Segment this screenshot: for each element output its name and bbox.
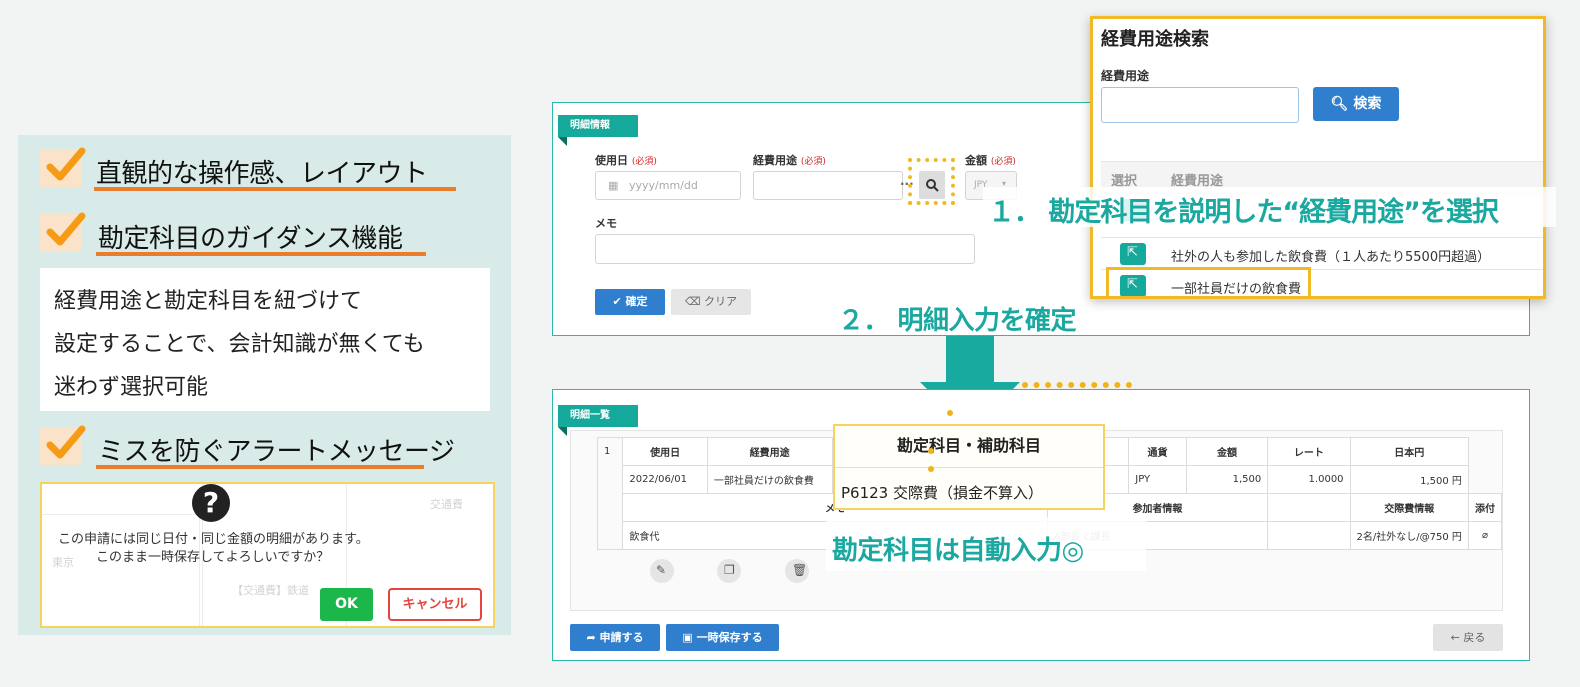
feature-underline: [94, 187, 456, 191]
column-header: 日本円: [1349, 437, 1469, 466]
column-header: 添付: [1467, 493, 1503, 522]
feature-label: 直観的な操作感、レイアウト: [96, 159, 428, 189]
cell-amount: 1,500: [1185, 465, 1269, 494]
search-icon: [926, 179, 939, 192]
connector-dot: [928, 448, 934, 454]
purpose-search-input[interactable]: [1101, 87, 1299, 123]
connector-dot: [947, 410, 953, 416]
section-ribbon: 明細情報: [558, 115, 638, 146]
column-header: [1267, 493, 1351, 522]
section-ribbon: 明細一覧: [558, 405, 638, 436]
alert-message: このまま一時保存してよろしいですか？: [96, 550, 330, 565]
confirm-button[interactable]: ✔ 確定: [595, 289, 665, 315]
step-2-text: ２． 明細入力を確定: [838, 306, 1077, 336]
column-header: 経費用途: [706, 437, 833, 466]
column-header: 交際費情報: [1349, 493, 1469, 522]
purpose-search-popup: 経費用途検索 経費用途 🔍︎ 検索 選択 経費用途 ⇱ 社外の人も参加した飲食費…: [1090, 16, 1546, 299]
purpose-label: 経費用途 (必須): [753, 154, 826, 167]
background-text: 東京: [52, 556, 74, 569]
check-icon: [40, 425, 86, 465]
cell-jpy: 1,500 円: [1349, 465, 1469, 494]
cell-currency: JPY: [1128, 465, 1187, 494]
edit-icon: ✎: [656, 563, 667, 577]
cancel-button[interactable]: キャンセル: [388, 588, 482, 621]
temp-save-button[interactable]: ▣ 一時保存する: [666, 624, 779, 651]
column-header: 使用日: [622, 437, 708, 466]
feature-label: ミスを防ぐアラートメッセージ: [98, 437, 455, 467]
purpose-option: 社外の人も参加した飲食費（１人あたり5500円超過）: [1171, 250, 1491, 265]
arrow-left-icon: ←: [1450, 631, 1460, 644]
account-popup-value: P6123 交際費（損金不算入）: [841, 484, 1043, 502]
column-header: 金額: [1185, 437, 1269, 466]
share-icon: ➦: [586, 631, 596, 644]
alert-dialog: 東京 【交通費】鉄道 交通費 ? この申請には同じ日付・同じ金額の明細があります…: [40, 482, 495, 628]
back-button[interactable]: ← 戻る: [1433, 624, 1503, 651]
highlight-frame: [1106, 267, 1311, 296]
account-popup: 勘定科目・補助科目 P6123 交際費（損金不算入）: [833, 424, 1105, 510]
question-icon: ?: [192, 484, 230, 522]
trash-icon: 🗑︎: [792, 563, 808, 577]
purpose-field-label: 経費用途: [1101, 69, 1150, 83]
share-icon: ⇱: [1127, 245, 1138, 260]
description-line: 迷わず選択可能: [54, 375, 209, 400]
memo-label: メモ: [595, 217, 617, 230]
step-1-text: １． 勘定科目を説明した“経費用途”を選択: [988, 197, 1499, 228]
check-icon: [40, 212, 86, 252]
column-header: レート: [1267, 437, 1351, 466]
cell-rate: 1.0000: [1267, 465, 1351, 494]
cell-purpose: 一部社員だけの飲食費: [706, 465, 833, 494]
copy-button[interactable]: ❐: [717, 559, 741, 583]
search-button[interactable]: [919, 171, 945, 199]
ok-button[interactable]: OK: [320, 588, 373, 621]
clear-button[interactable]: ⌫ クリア: [671, 289, 751, 315]
select-button[interactable]: ⇱: [1120, 243, 1146, 265]
save-icon: ▣: [682, 631, 693, 644]
purpose-input[interactable]: ···: [753, 171, 914, 200]
memo-input[interactable]: [595, 234, 975, 264]
alert-message: この申請には同じ日付・同じ金額の明細があります。: [58, 532, 369, 547]
feature-underline: [96, 465, 424, 469]
account-popup-title: 勘定科目・補助科目: [835, 426, 1103, 468]
check-icon: ✔: [612, 295, 622, 308]
date-placeholder: yyyy/mm/dd: [629, 179, 698, 192]
feature-panel: 直観的な操作感、レイアウト 勘定科目のガイダンス機能 経費用途と勘定科目を紐づけ…: [18, 135, 511, 635]
edit-button[interactable]: ✎: [650, 559, 674, 583]
cell-entertainment: 2名/社外なし/@750 円: [1349, 521, 1469, 550]
apply-button[interactable]: ➦ 申請する: [570, 624, 660, 651]
background-text: 【交通費】鉄道: [232, 584, 309, 597]
column-header: 通貨: [1128, 437, 1187, 466]
description-line: 経費用途と勘定科目を紐づけて: [54, 289, 363, 314]
copy-icon: ❐: [724, 563, 735, 577]
auto-input-text: 勘定科目は自動入力◎: [832, 536, 1084, 566]
paperclip-icon[interactable]: ⌀: [1467, 521, 1503, 550]
dotted-connector: [1022, 382, 1132, 388]
date-label: 使用日 (必須): [595, 154, 657, 167]
feature-underline: [96, 252, 426, 256]
calendar-icon: ▦: [608, 179, 619, 192]
popup-title: 経費用途検索: [1101, 29, 1209, 50]
cell-blank: [1267, 521, 1351, 550]
date-input[interactable]: ▦ yyyy/mm/dd: [595, 171, 741, 200]
description-line: 設定することで、会計知識が無くても: [54, 332, 425, 357]
search-button[interactable]: 🔍︎ 検索: [1313, 87, 1399, 121]
row-number: 1: [596, 437, 624, 550]
popup-row[interactable]: ⇱ 社外の人も参加した飲食費（１人あたり5500円超過）: [1101, 237, 1543, 269]
background-text: 交通費: [430, 498, 463, 511]
amount-label: 金額 (必須): [965, 154, 1016, 167]
connector-dot: [928, 466, 934, 472]
feature-label: 勘定科目のガイダンス機能: [98, 224, 403, 254]
feature-description: 経費用途と勘定科目を紐づけて 設定することで、会計知識が無くても 迷わず選択可能: [40, 268, 490, 411]
eraser-icon: ⌫: [684, 295, 701, 308]
cell-date: 2022/06/01: [622, 465, 708, 494]
check-icon: [40, 147, 86, 187]
delete-button[interactable]: 🗑︎: [785, 559, 809, 583]
search-icon: 🔍︎: [1330, 96, 1349, 112]
